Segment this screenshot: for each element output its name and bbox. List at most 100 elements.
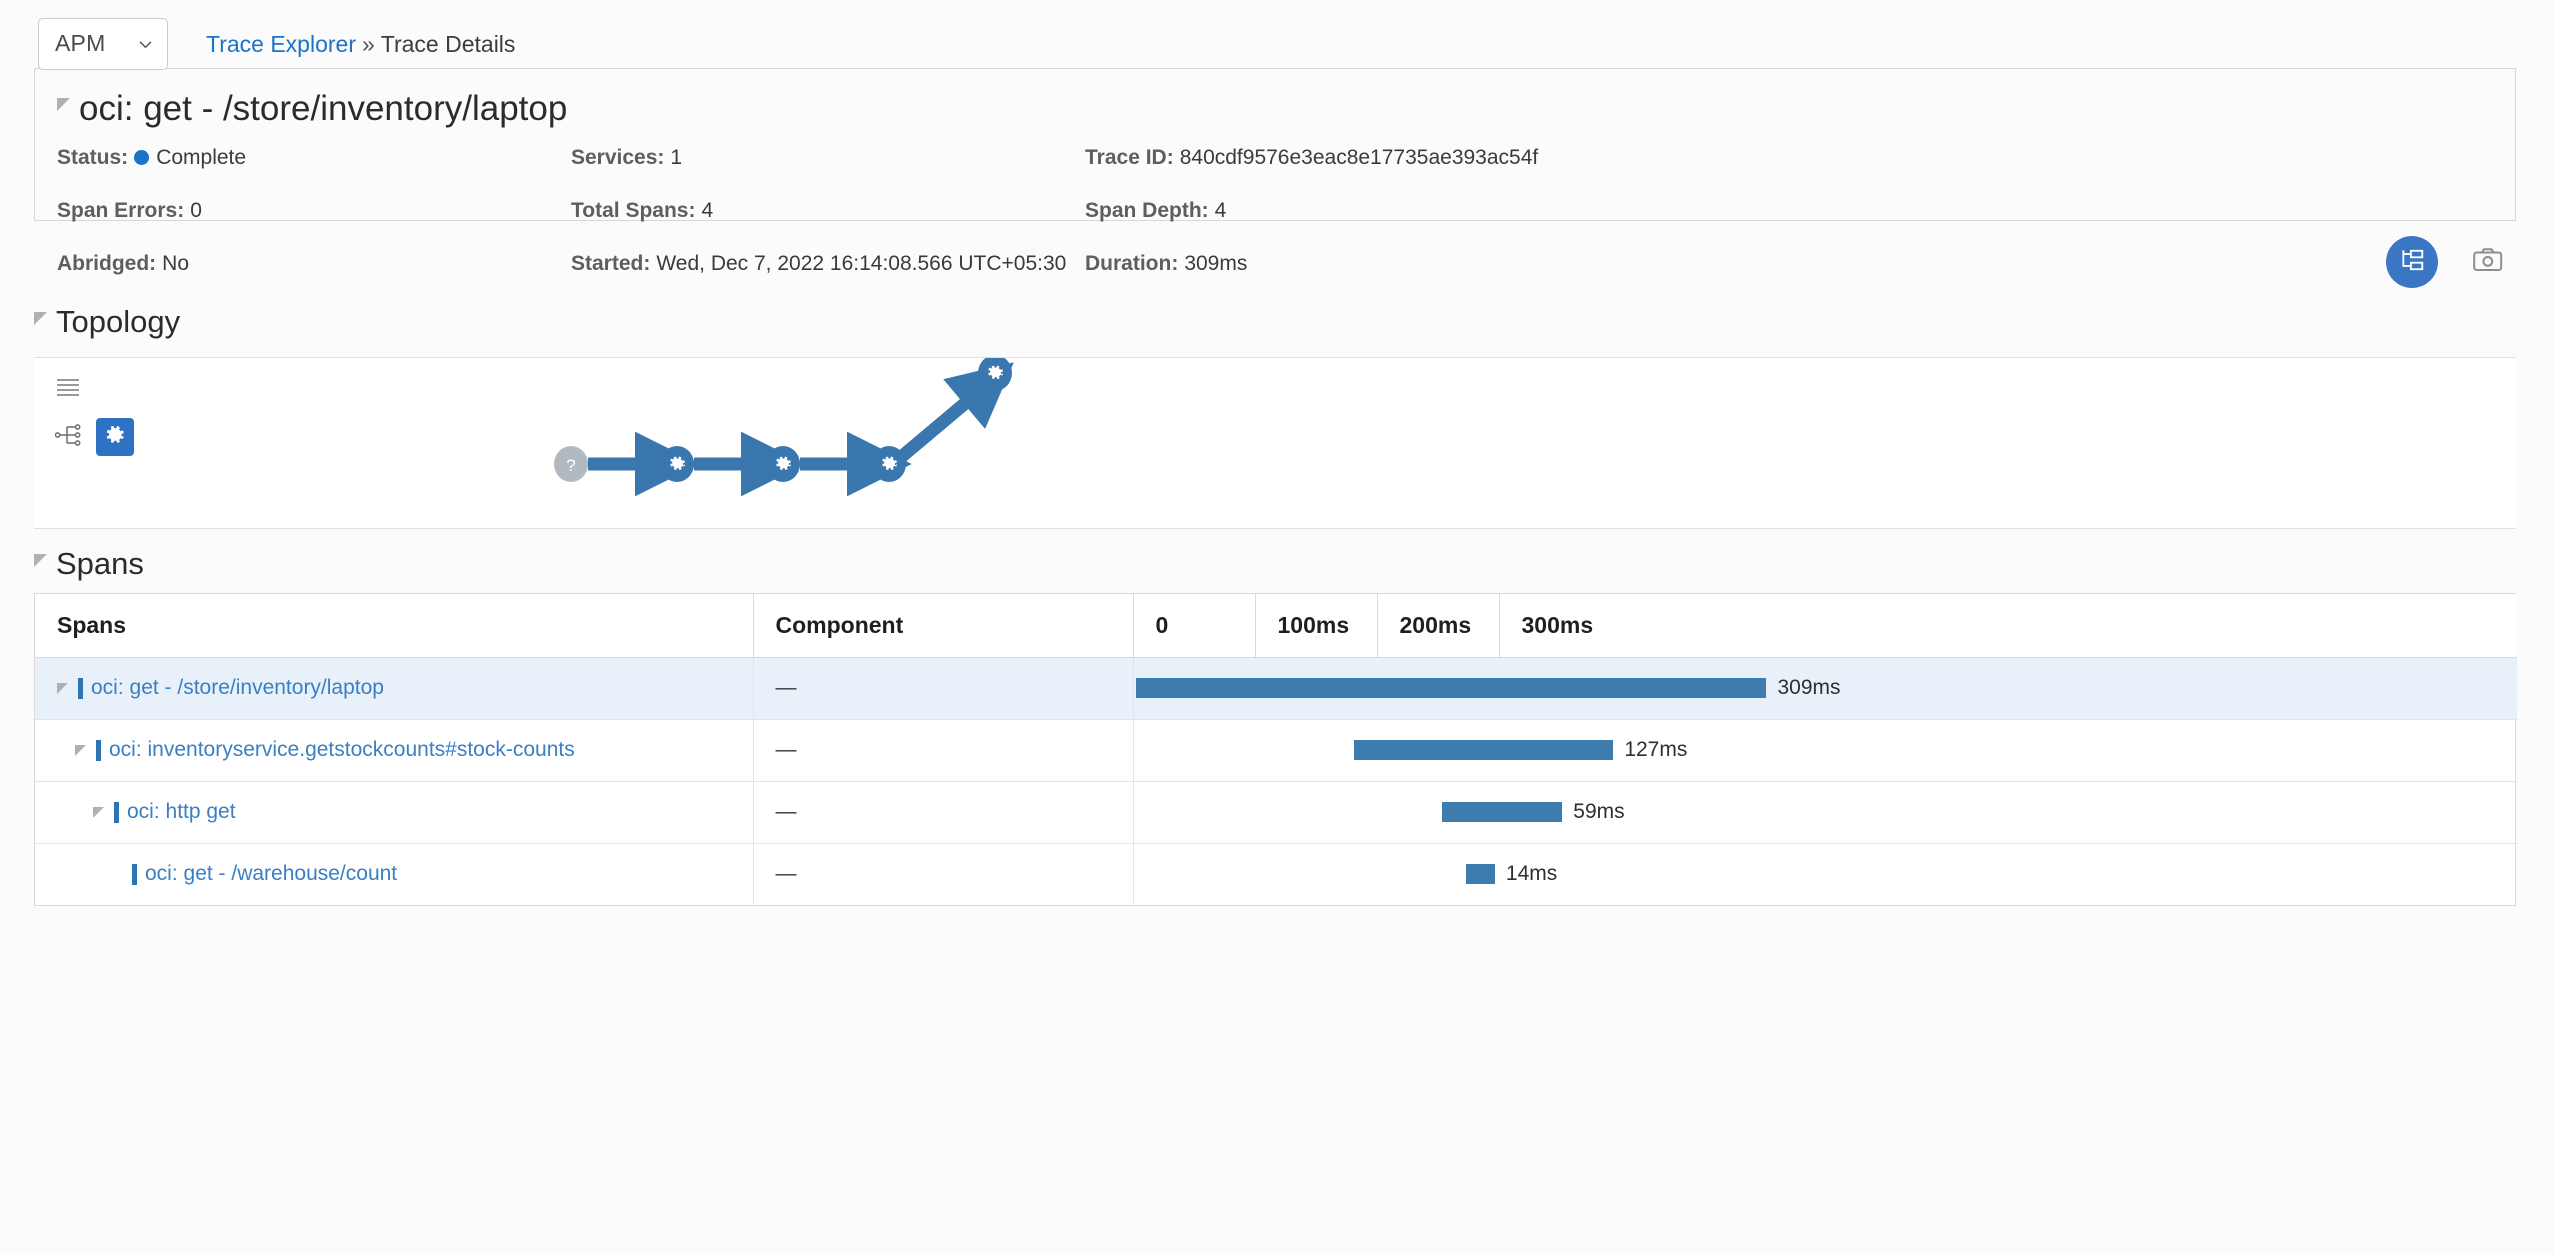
breadcrumb-trace-explorer-link[interactable]: Trace Explorer xyxy=(206,31,356,57)
trace-summary-panel: oci: get - /store/inventory/laptop Statu… xyxy=(34,68,2516,275)
span-duration-bar xyxy=(1135,678,1767,698)
span-duration-label: 127ms xyxy=(1624,738,1688,761)
app-selector[interactable]: APM xyxy=(38,17,168,70)
span-component-cell: — xyxy=(753,657,1134,720)
table-row[interactable]: oci: inventoryservice.getstockcounts#sto… xyxy=(35,719,2517,782)
summary-field-span-depth: Span Depth: 4 xyxy=(1085,198,2515,225)
summary-column-middle: Services: 1 Total Spans: 4 Started: Wed, De… xyxy=(571,145,1085,304)
started-label: Started: xyxy=(571,252,651,275)
span-timeline-cell: 127ms xyxy=(1133,719,2517,782)
timeline-tick-200ms: 200ms xyxy=(1377,594,1500,658)
total-spans-label: Total Spans: xyxy=(571,199,696,222)
abridged-value: No xyxy=(162,252,190,275)
span-errors-value: 0 xyxy=(190,199,202,222)
span-component-cell: — xyxy=(753,843,1134,905)
trace-summary-grid: Status: Complete Span Errors: 0 Abridged: N… xyxy=(35,133,2515,304)
topology-graph[interactable]: ? xyxy=(34,358,2516,530)
spans-panel: Spans Component 0 100ms 200ms 300ms oci:… xyxy=(34,593,2517,906)
status-dot-icon xyxy=(134,150,150,165)
span-duration-label: 309ms xyxy=(1777,676,1841,699)
breadcrumb-current: Trace Details xyxy=(380,30,516,57)
topology-node-service-1[interactable] xyxy=(660,446,694,482)
spans-collapse-triangle-icon[interactable] xyxy=(34,553,47,567)
spans-table-body: oci: get - /store/inventory/laptop — 309ms… xyxy=(35,657,2517,905)
breadcrumb-separator: » xyxy=(361,30,375,57)
tree-view-button[interactable] xyxy=(2386,236,2438,288)
span-name-cell: oci: inventoryservice.getstockcounts#sto… xyxy=(35,719,754,782)
span-timeline-cell: 59ms xyxy=(1133,781,2517,844)
trace-id-label: Trace ID: xyxy=(1085,146,1174,169)
row-expand-triangle-icon[interactable] xyxy=(75,744,86,756)
summary-field-duration: Duration: 309ms xyxy=(1085,251,2515,278)
hierarchy-tree-icon xyxy=(2399,247,2425,278)
span-color-marker xyxy=(114,801,119,823)
span-name-link[interactable]: oci: inventoryservice.getstockcounts#sto… xyxy=(109,738,575,762)
table-row[interactable]: oci: http get — 59ms xyxy=(35,781,2517,844)
row-expand-triangle-icon[interactable] xyxy=(93,806,104,818)
abridged-label: Abridged: xyxy=(57,252,157,275)
page-title: oci: get - /store/inventory/laptop xyxy=(79,89,568,128)
duration-value: 309ms xyxy=(1184,252,1248,275)
spans-table-head: Spans Component 0 100ms 200ms 300ms xyxy=(35,594,2517,658)
row-expand-triangle-icon[interactable] xyxy=(57,682,68,694)
span-name-cell: oci: http get xyxy=(35,781,754,844)
timeline-tick-0: 0 xyxy=(1133,594,1256,658)
span-name-link[interactable]: oci: get - /store/inventory/laptop xyxy=(91,676,384,700)
span-color-marker xyxy=(132,863,137,885)
span-component-cell: — xyxy=(753,719,1134,782)
services-value: 1 xyxy=(670,146,683,169)
span-depth-value: 4 xyxy=(1214,199,1227,222)
span-duration-bar xyxy=(1441,802,1563,822)
table-row[interactable]: oci: get - /warehouse/count — 14ms xyxy=(35,843,2517,905)
collapse-triangle-icon[interactable] xyxy=(57,97,70,111)
span-duration-bar xyxy=(1466,864,1495,885)
span-component-cell: — xyxy=(753,781,1134,844)
timeline-tick-300ms: 300ms xyxy=(1499,594,2517,658)
span-name-link[interactable]: oci: get - /warehouse/count xyxy=(145,862,397,886)
camera-icon xyxy=(2473,247,2503,278)
summary-field-trace-id: Trace ID: 840cdf9576e3eac8e17735ae393ac54… xyxy=(1085,145,2515,172)
span-duration-label: 14ms xyxy=(1505,862,1558,886)
spans-header-row: Spans Component 0 100ms 200ms 300ms xyxy=(35,594,2517,658)
span-duration-bar xyxy=(1353,740,1614,760)
spans-section-header: Spans xyxy=(0,537,2554,591)
topology-node-service-3[interactable] xyxy=(872,446,906,482)
topology-node-unknown[interactable]: ? xyxy=(554,446,588,482)
span-name-link[interactable]: oci: http get xyxy=(127,800,236,824)
app-selector-value: APM xyxy=(55,30,106,56)
topology-heading: Topology xyxy=(56,304,181,339)
column-header-component[interactable]: Component xyxy=(753,594,1134,658)
breadcrumb: Trace Explorer» Trace Details xyxy=(206,18,515,70)
summary-field-abridged: Abridged: No xyxy=(57,251,571,278)
top-bar: APM Trace Explorer» Trace Details xyxy=(0,0,2554,70)
services-label: Services: xyxy=(571,146,665,169)
span-timeline-cell: 14ms xyxy=(1133,843,2517,905)
timeline-tick-100ms: 100ms xyxy=(1255,594,1378,658)
total-spans-value: 4 xyxy=(701,199,714,222)
span-color-marker xyxy=(78,677,83,699)
summary-field-started: Started: Wed, Dec 7, 2022 16:14:08.566 UT… xyxy=(571,251,1085,278)
svg-text:?: ? xyxy=(566,456,575,475)
trace-title-row: oci: get - /store/inventory/laptop xyxy=(35,85,2515,133)
trace-id-value: 840cdf9576e3eac8e17735ae393ac54f xyxy=(1179,146,1539,169)
chevron-down-icon xyxy=(139,37,152,50)
span-timeline-cell: 309ms xyxy=(1133,657,2517,720)
topology-collapse-triangle-icon[interactable] xyxy=(34,311,47,325)
span-name-cell: oci: get - /store/inventory/laptop xyxy=(35,657,754,720)
span-duration-label: 59ms xyxy=(1573,800,1625,823)
spans-heading: Spans xyxy=(56,546,144,581)
screenshot-button[interactable] xyxy=(2466,240,2510,284)
duration-label: Duration: xyxy=(1085,252,1179,275)
status-label: Status: xyxy=(57,146,129,169)
column-header-spans[interactable]: Spans xyxy=(35,594,754,658)
span-depth-label: Span Depth: xyxy=(1085,199,1209,222)
started-value: Wed, Dec 7, 2022 16:14:08.566 UTC+05:30 xyxy=(656,252,1067,275)
summary-column-right: Trace ID: 840cdf9576e3eac8e17735ae393ac54… xyxy=(1085,145,2515,304)
topology-node-service-2[interactable] xyxy=(766,446,800,482)
span-color-marker xyxy=(96,739,101,761)
table-row[interactable]: oci: get - /store/inventory/laptop — 309ms xyxy=(35,657,2517,720)
summary-field-services: Services: 1 xyxy=(571,145,1085,172)
summary-field-total-spans: Total Spans: 4 xyxy=(571,198,1085,225)
summary-column-left: Status: Complete Span Errors: 0 Abridged: N… xyxy=(57,145,571,304)
span-name-cell: oci: get - /warehouse/count xyxy=(35,843,754,905)
